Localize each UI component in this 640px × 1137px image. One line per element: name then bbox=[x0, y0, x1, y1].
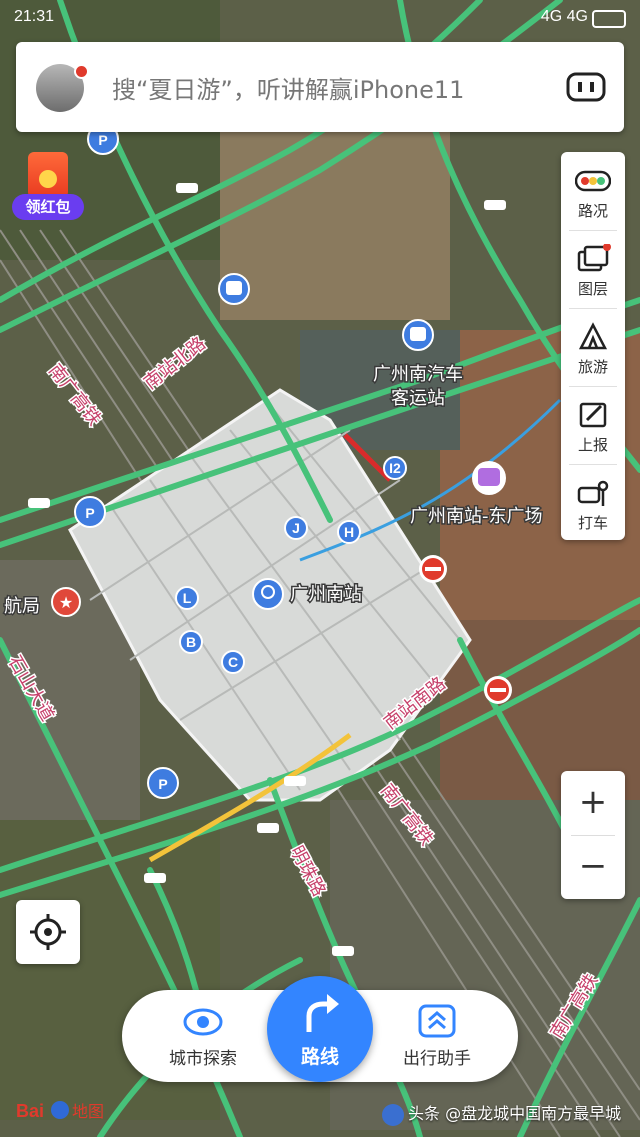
divider bbox=[569, 308, 617, 309]
pin-i2[interactable]: I2 bbox=[383, 456, 407, 480]
right-toolbar: 路况 图层 旅游 上报 打车 bbox=[561, 152, 625, 540]
pin-l[interactable]: L bbox=[175, 586, 199, 610]
pin-h[interactable]: H bbox=[337, 520, 361, 544]
square-pin-icon[interactable] bbox=[472, 461, 506, 495]
tourism-button[interactable]: 旅游 bbox=[561, 310, 625, 386]
svg-text:L: L bbox=[183, 590, 192, 606]
bus-pin[interactable] bbox=[218, 273, 250, 305]
traffic-button[interactable]: 路况 bbox=[561, 154, 625, 230]
no-entry-icon bbox=[419, 555, 447, 583]
voice-assistant-icon[interactable] bbox=[564, 70, 608, 104]
battery-icon bbox=[592, 10, 626, 28]
parking-pin[interactable]: P bbox=[74, 496, 106, 528]
traffic-light-icon bbox=[575, 170, 611, 192]
divider bbox=[569, 386, 617, 387]
station-icon[interactable] bbox=[252, 578, 284, 610]
zoom-control: + − bbox=[561, 771, 625, 899]
station-label: 广州南站 bbox=[290, 584, 362, 605]
star-poi-icon[interactable]: ★ bbox=[51, 587, 81, 617]
svg-text:P: P bbox=[98, 132, 107, 148]
taxi-icon bbox=[577, 480, 609, 506]
toutiao-icon bbox=[382, 1103, 404, 1126]
report-button[interactable]: 上报 bbox=[561, 388, 625, 464]
red-envelope-label: 领红包 bbox=[12, 194, 84, 220]
locate-button[interactable] bbox=[16, 900, 80, 964]
east-square-label: 广州南站-东广场 bbox=[410, 506, 543, 527]
svg-text:J: J bbox=[292, 520, 300, 536]
travel-assistant-button[interactable]: 出行助手 bbox=[382, 1002, 492, 1074]
taxi-button[interactable]: 打车 bbox=[561, 466, 625, 542]
zoom-out-button[interactable]: − bbox=[561, 835, 625, 899]
city-explore-button[interactable]: 城市探索 bbox=[148, 1002, 258, 1074]
tourism-icon bbox=[578, 322, 608, 350]
route-arrow-icon bbox=[306, 994, 339, 1032]
bus-pin[interactable] bbox=[402, 319, 434, 351]
taxi-label: 打车 bbox=[577, 514, 608, 532]
map-canvas[interactable]: 广州南汽车客运站 广州南站 广州南站-东广场 航局 南广高铁 南站北路 南站南路… bbox=[0, 0, 640, 1137]
route-button[interactable]: 路线 bbox=[267, 976, 373, 1082]
layers-button[interactable]: 图层 bbox=[561, 232, 625, 308]
city-explore-label: 城市探索 bbox=[169, 1049, 237, 1069]
locate-icon bbox=[30, 914, 66, 950]
pin-b[interactable]: B bbox=[179, 630, 203, 654]
divider bbox=[569, 230, 617, 231]
eye-icon bbox=[183, 1008, 223, 1036]
network-indicator: 4G 4G bbox=[540, 8, 588, 25]
assistant-icon bbox=[418, 1004, 456, 1038]
hangju-label: 航局 bbox=[4, 596, 40, 617]
layers-icon bbox=[577, 244, 611, 272]
route-label: 路线 bbox=[300, 1046, 339, 1068]
tourism-label: 旅游 bbox=[577, 358, 608, 376]
zoom-in-button[interactable]: + bbox=[561, 771, 625, 835]
svg-text:★: ★ bbox=[59, 593, 73, 612]
baidu-map-logo: Bai 地图 bbox=[16, 1101, 104, 1121]
travel-assistant-label: 出行助手 bbox=[403, 1049, 471, 1069]
status-time: 21:31 bbox=[14, 8, 55, 25]
svg-text:地图: 地图 bbox=[72, 1102, 104, 1121]
status-bar: 21:31 4G 4G bbox=[0, 0, 640, 34]
traffic-label: 路况 bbox=[577, 202, 608, 220]
svg-text:P: P bbox=[158, 776, 167, 792]
svg-text:H: H bbox=[344, 524, 354, 540]
no-entry-icon bbox=[484, 676, 512, 704]
svg-text:I2: I2 bbox=[389, 460, 401, 476]
parking-pin[interactable]: P bbox=[147, 767, 179, 799]
report-icon bbox=[579, 402, 607, 428]
search-bar[interactable]: 搜“夏日游”，听讲解赢iPhone11 bbox=[16, 42, 624, 132]
pin-j[interactable]: J bbox=[284, 516, 308, 540]
search-placeholder[interactable]: 搜“夏日游”，听讲解赢iPhone11 bbox=[112, 70, 464, 105]
divider bbox=[569, 464, 617, 465]
svg-text:Bai: Bai bbox=[16, 1101, 44, 1121]
svg-text:B: B bbox=[186, 634, 196, 650]
svg-text:C: C bbox=[228, 654, 238, 670]
report-label: 上报 bbox=[577, 436, 608, 454]
watermark: 头条 @盘龙城中国南方最早城 bbox=[382, 1100, 621, 1126]
svg-text:P: P bbox=[85, 505, 94, 521]
layers-label: 图层 bbox=[577, 280, 608, 298]
notification-dot bbox=[74, 64, 89, 79]
watermark-text: 头条 @盘龙城中国南方最早城 bbox=[408, 1104, 622, 1123]
construction-area bbox=[220, 120, 450, 320]
coin-icon bbox=[39, 170, 57, 188]
pin-c[interactable]: C bbox=[221, 650, 245, 674]
red-envelope-button[interactable]: 领红包 bbox=[12, 152, 84, 222]
